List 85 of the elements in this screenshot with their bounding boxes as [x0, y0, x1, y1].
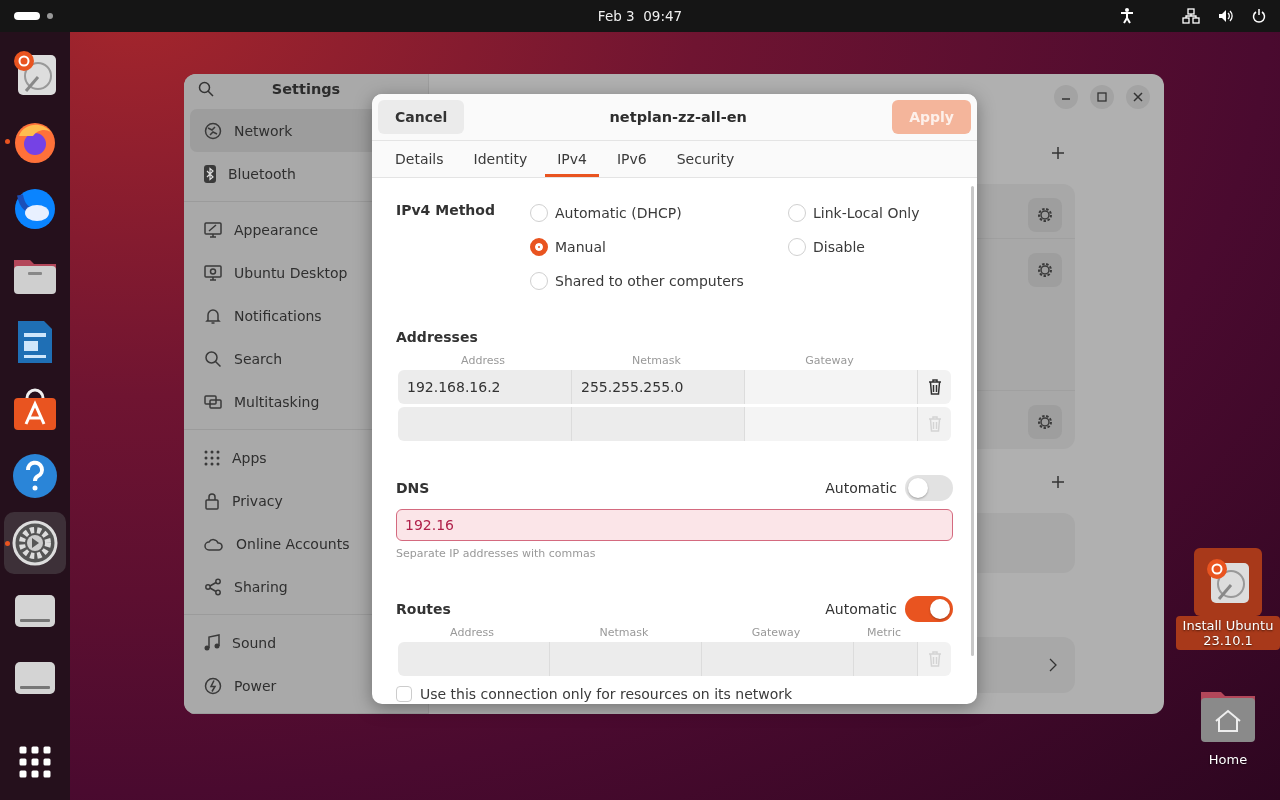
- share-icon: [204, 577, 222, 596]
- network-icon[interactable]: [1182, 8, 1200, 24]
- column-header: Gateway: [804, 354, 855, 367]
- sidebar-item[interactable]: Ubuntu Desktop: [190, 251, 422, 294]
- accessibility-icon[interactable]: [1120, 8, 1134, 24]
- cloud-icon: [204, 536, 224, 551]
- dns-field[interactable]: 192.16: [396, 509, 953, 541]
- chevron-right-icon: [1049, 658, 1057, 672]
- gear-icon: [1036, 413, 1054, 431]
- settings-button[interactable]: [1028, 198, 1062, 232]
- lock-icon: [204, 491, 220, 510]
- netmask-field[interactable]: 255.255.255.0: [572, 370, 745, 404]
- globe-icon: [204, 121, 222, 140]
- radio-option[interactable]: Manual: [530, 236, 788, 258]
- maximize-icon: [1097, 92, 1107, 102]
- column-header: Address: [449, 626, 495, 639]
- search-icon[interactable]: [198, 80, 214, 97]
- radio-option[interactable]: Shared to other computers: [530, 270, 788, 292]
- power-icon: [204, 676, 222, 695]
- tab[interactable]: IPv4: [545, 141, 599, 177]
- desktop-icon[interactable]: Home: [1180, 682, 1276, 769]
- column-header: Address: [460, 354, 506, 367]
- hint-text: Separate IP addresses with commas: [396, 547, 597, 560]
- bell-icon: [204, 306, 222, 325]
- method-label: IPv4 Method: [396, 202, 496, 220]
- settings-button[interactable]: [1028, 253, 1062, 287]
- radio-option[interactable]: Automatic (DHCP): [530, 202, 788, 224]
- window-title: Settings: [271, 80, 342, 97]
- trash-icon: [927, 379, 942, 395]
- delete-button[interactable]: [918, 370, 951, 404]
- netmask-field[interactable]: [550, 642, 702, 676]
- tab[interactable]: IPv6: [604, 141, 659, 177]
- monitor-icon: [204, 220, 222, 239]
- radio-option[interactable]: Link-Local Only: [788, 202, 953, 224]
- automatic-label: Automatic: [825, 480, 897, 496]
- column-header: Gateway: [750, 626, 802, 639]
- settings-button[interactable]: [1028, 405, 1062, 439]
- desktop-icon-label: Install Ubuntu 23.10.1: [1176, 616, 1280, 650]
- netmask-field[interactable]: [572, 407, 745, 441]
- gateway-field[interactable]: [702, 642, 854, 676]
- section-title: DNS: [396, 480, 430, 496]
- search-icon: [204, 349, 222, 368]
- clock[interactable]: Feb 3 09:47: [597, 8, 683, 24]
- column-header: Metric: [865, 626, 903, 639]
- gear-icon: [1036, 261, 1054, 279]
- add-icon[interactable]: [1051, 475, 1065, 489]
- address-field[interactable]: [398, 642, 550, 676]
- close-button[interactable]: [1126, 85, 1150, 109]
- tab[interactable]: Security: [664, 141, 747, 177]
- address-field[interactable]: 192.168.16.2: [398, 370, 572, 404]
- cancel-button[interactable]: Cancel: [378, 100, 465, 134]
- toggle-switch[interactable]: [905, 596, 953, 622]
- music-note-icon: [204, 633, 220, 652]
- column-header: Netmask: [631, 354, 682, 367]
- sidebar-item[interactable]: Apps: [190, 436, 422, 479]
- dock-item[interactable]: [4, 511, 66, 574]
- add-icon[interactable]: [1051, 146, 1065, 160]
- volume-icon[interactable]: [1218, 9, 1234, 23]
- bluetooth-icon: [204, 164, 216, 183]
- section-title: Routes: [396, 601, 451, 617]
- gateway-field[interactable]: [745, 407, 918, 441]
- app-grid-icon[interactable]: [19, 746, 51, 778]
- dialog-title: netplan-zz-all-en: [609, 109, 747, 125]
- tab[interactable]: Identity: [461, 141, 540, 177]
- sidebar-item[interactable]: Sound: [190, 621, 422, 664]
- trash-icon: [927, 416, 942, 432]
- trash-icon: [927, 651, 942, 667]
- close-icon: [1133, 92, 1143, 102]
- column-header: Netmask: [598, 626, 650, 639]
- grid-icon: [204, 449, 220, 466]
- desktop-icon-label: Home: [1207, 751, 1249, 769]
- address-field[interactable]: [398, 407, 572, 441]
- radio-option[interactable]: Disable: [788, 236, 953, 258]
- automatic-label: Automatic: [825, 601, 897, 617]
- metric-field[interactable]: [854, 642, 918, 676]
- monitor-icon: [204, 263, 222, 282]
- section-title: Addresses: [396, 329, 478, 345]
- minimize-button[interactable]: [1054, 85, 1078, 109]
- maximize-button[interactable]: [1090, 85, 1114, 109]
- gear-icon: [1036, 206, 1054, 224]
- workspace-indicator-icon[interactable]: [14, 11, 54, 21]
- windows-icon: [204, 392, 222, 411]
- gateway-field[interactable]: [745, 370, 918, 404]
- toggle-switch[interactable]: [905, 475, 953, 501]
- power-icon[interactable]: [1252, 9, 1266, 23]
